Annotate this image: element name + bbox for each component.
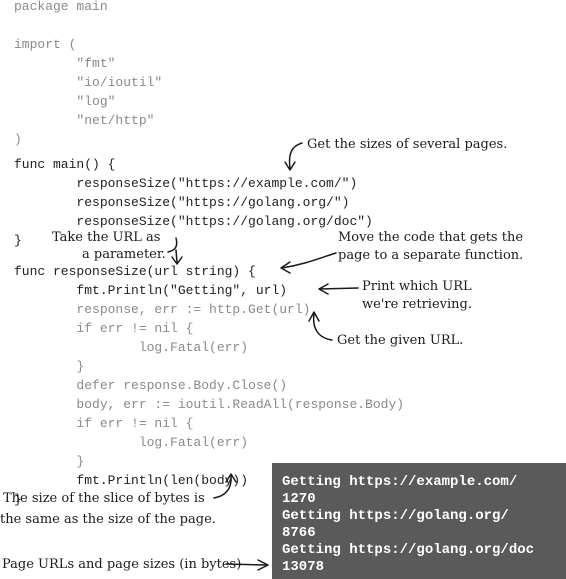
terminal-line: 13078 bbox=[282, 559, 325, 575]
terminal-line: 8766 bbox=[282, 525, 316, 541]
terminal-line: Getting https://golang.org/doc bbox=[282, 542, 535, 558]
arrow-print-url bbox=[319, 287, 359, 290]
terminal-line: 1270 bbox=[282, 491, 316, 507]
arrow-get-sizes bbox=[288, 142, 303, 169]
terminal-output: Getting https://example.com/ 1270 Gettin… bbox=[272, 463, 566, 579]
arrow-page-urls bbox=[225, 563, 267, 566]
arrow-get-given bbox=[312, 313, 333, 341]
terminal-line: Getting https://example.com/ bbox=[282, 474, 518, 490]
arrow-take-url-drop bbox=[175, 249, 178, 263]
arrow-move-code bbox=[281, 252, 337, 269]
terminal-line: Getting https://golang.org/ bbox=[282, 508, 509, 524]
